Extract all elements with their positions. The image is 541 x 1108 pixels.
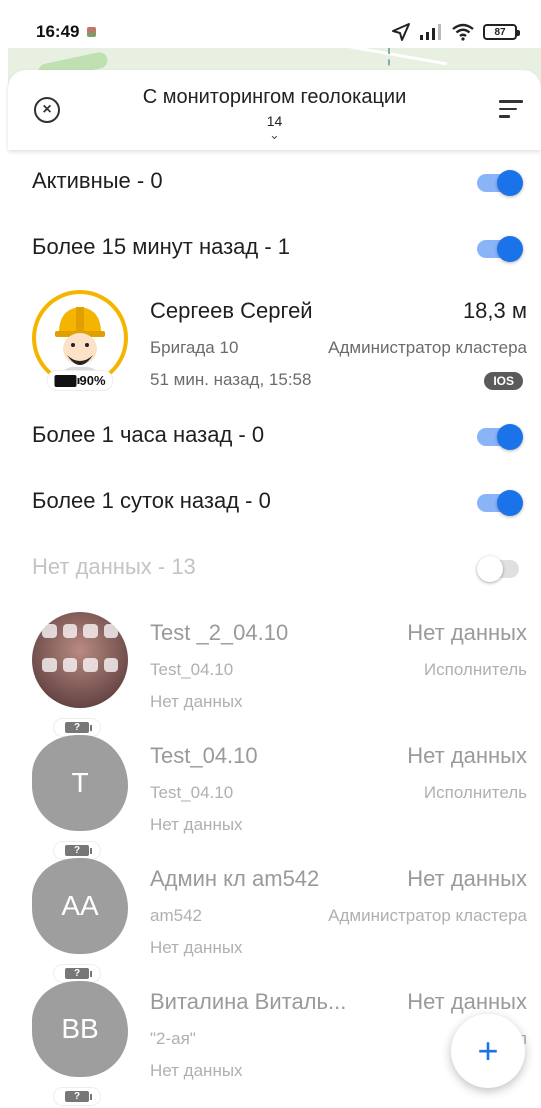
avatar: 90%	[32, 290, 128, 390]
group-toggle[interactable]	[477, 236, 523, 262]
group-toggle[interactable]	[477, 170, 523, 196]
plus-icon: +	[477, 1030, 499, 1071]
platform-badge: IOS	[484, 372, 523, 390]
group-label: Активные - 0	[32, 168, 163, 193]
group-toggle[interactable]	[477, 556, 523, 582]
user-row[interactable]: T ? Test_04.10 Нет данных Test_04.10 Исп…	[8, 735, 541, 859]
group-no-data: Нет данных - 13	[8, 542, 541, 594]
battery-badge: 90%	[47, 371, 113, 390]
user-row[interactable]: AA ? Админ кл am542 Нет данных am542 Адм…	[8, 858, 541, 982]
battery-badge: ?	[54, 965, 100, 982]
avatar: AA	[32, 858, 128, 954]
location-arrow-icon	[392, 23, 410, 41]
group-active: Активные - 0	[8, 156, 541, 208]
user-team: Test_04.10	[150, 783, 234, 802]
battery-unknown-icon: ?	[65, 968, 92, 979]
user-role: Исполнитель	[423, 783, 527, 802]
user-distance: 18,3 м	[462, 298, 527, 323]
battery-icon: 87	[483, 24, 520, 40]
battery-badge: ?	[54, 719, 100, 736]
user-team: "2-ая"	[150, 1029, 196, 1048]
user-role: Исполнитель	[423, 660, 527, 679]
avatar-initials: T	[71, 767, 89, 798]
user-distance: Нет данных	[407, 866, 527, 891]
avatar-photo	[42, 624, 118, 686]
user-last-seen: Нет данных	[150, 1061, 243, 1080]
sheet-title: С мониторингом геолокации	[142, 86, 407, 108]
group-label: Более 1 суток назад - 0	[32, 488, 271, 513]
group-toggle[interactable]	[477, 424, 523, 450]
avatar-initials: BB	[61, 1013, 99, 1044]
battery-level: 87	[494, 26, 506, 38]
group-label: Более 15 минут назад - 1	[32, 234, 291, 259]
user-last-seen: Нет данных	[150, 938, 243, 957]
user-name: Админ кл am542	[150, 866, 320, 891]
group-toggle[interactable]	[477, 490, 523, 516]
user-name: Виталина Виталь...	[150, 989, 347, 1014]
battery-icon	[54, 374, 80, 387]
status-bar: 16:49 87	[0, 0, 541, 48]
group-label: Нет данных - 13	[32, 554, 196, 579]
user-team: am542	[150, 906, 202, 925]
user-distance: Нет данных	[407, 620, 527, 645]
user-row[interactable]: ? Test _2_04.10 Нет данных Test_04.10 Ис…	[8, 612, 541, 736]
user-distance: Нет данных	[407, 989, 527, 1014]
user-team: Бригада 10	[150, 338, 239, 357]
user-row[interactable]: 90% Сергеев Сергей 18,3 м Бригада 10 Адм…	[8, 290, 541, 410]
group-1-hour: Более 1 часа назад - 0	[8, 410, 541, 462]
user-role: Администратор кластера	[328, 338, 527, 357]
user-distance: Нет данных	[407, 743, 527, 768]
avatar: T	[32, 735, 128, 831]
user-name: Test _2_04.10	[150, 620, 289, 645]
add-button[interactable]: +	[451, 1014, 525, 1088]
user-last-seen: 51 мин. назад, 15:58	[150, 370, 312, 389]
user-name: Test_04.10	[150, 743, 258, 768]
avatar	[32, 612, 128, 708]
battery-unknown-icon: ?	[65, 1091, 92, 1102]
group-15-min: Более 15 минут назад - 1	[8, 222, 541, 274]
battery-unknown-icon: ?	[65, 722, 92, 733]
user-team: Test_04.10	[150, 660, 234, 679]
user-last-seen: Нет данных	[150, 692, 243, 711]
battery-unknown-icon: ?	[65, 845, 92, 856]
battery-badge: ?	[54, 842, 100, 859]
user-role: Администратор кластера	[328, 906, 527, 925]
group-label: Более 1 часа назад - 0	[32, 422, 265, 447]
wifi-icon	[452, 23, 474, 41]
app-notification-icon	[87, 27, 96, 37]
worker-avatar-icon	[55, 307, 105, 381]
user-last-seen: Нет данных	[150, 815, 243, 834]
sheet-header: × С мониторингом геолокации 14 ⌄	[8, 70, 541, 150]
battery-badge: ?	[54, 1088, 100, 1105]
battery-percent: 90%	[79, 373, 106, 388]
status-time: 16:49	[36, 22, 80, 41]
avatar: BB	[32, 981, 128, 1077]
signal-icon	[420, 24, 441, 40]
avatar-initials: AA	[61, 890, 99, 921]
status-icons: 87	[391, 22, 520, 42]
chevron-down-icon[interactable]: ⌄	[8, 127, 541, 143]
sort-icon[interactable]	[499, 100, 523, 120]
user-name: Сергеев Сергей	[150, 298, 313, 323]
group-1-day: Более 1 суток назад - 0	[8, 476, 541, 528]
